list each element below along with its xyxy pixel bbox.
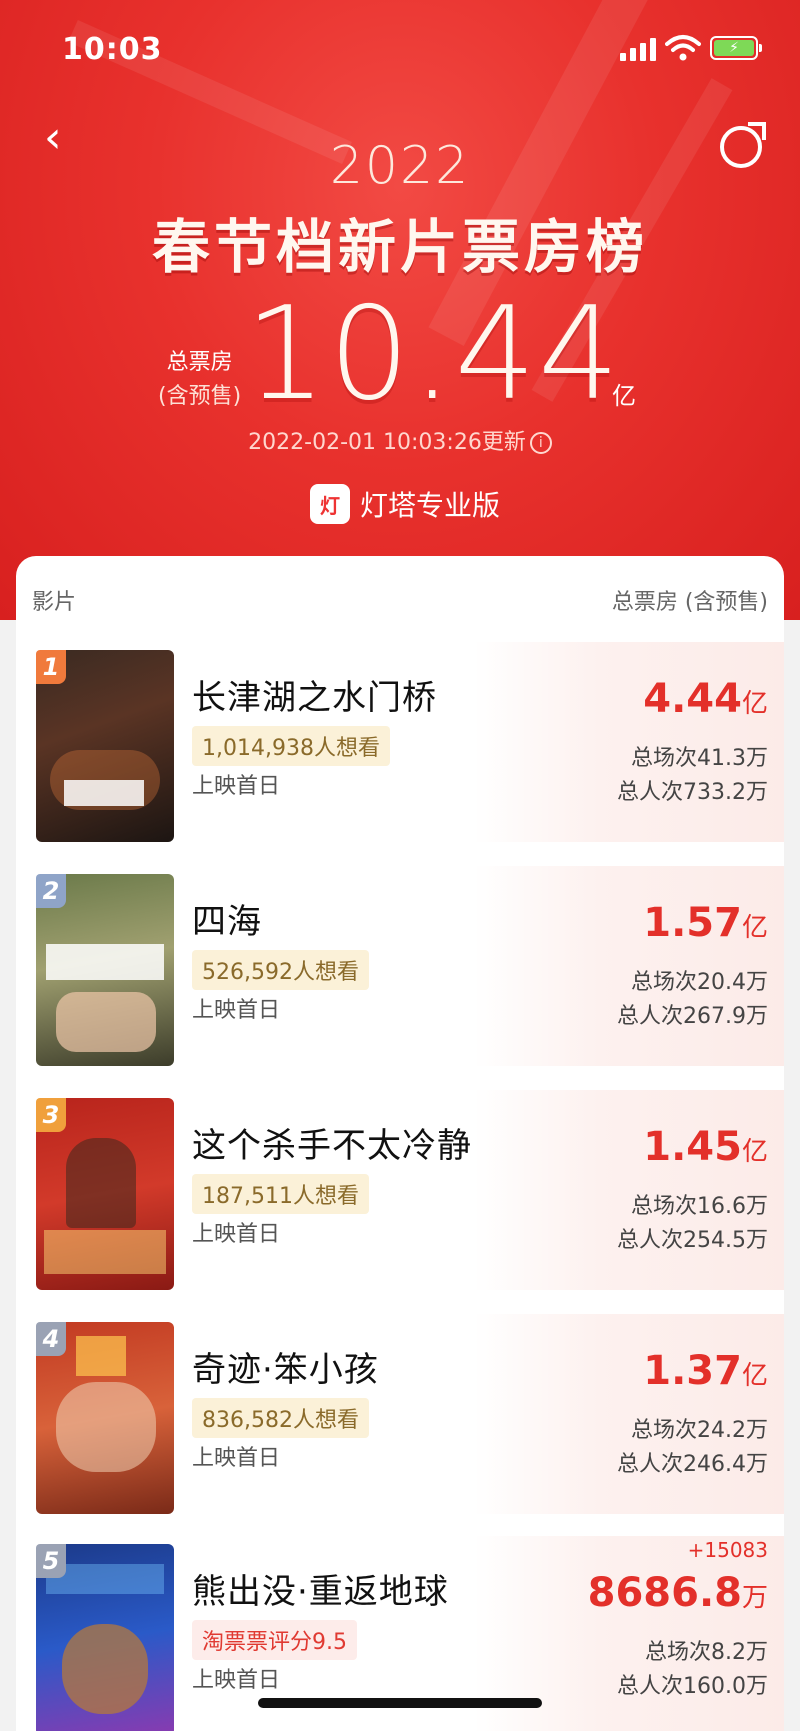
info-icon[interactable]: i [529,432,552,454]
ranking-card: 影片 总票房 (含预售) 1 长津湖之水门桥 1,014,938人想看 上映首日… [16,556,784,1731]
total-label: 总票房 (含预售) [158,346,241,414]
rank-badge: 1 [36,650,66,684]
home-indicator[interactable] [258,1698,542,1708]
movie-title[interactable]: 这个杀手不太冷静 [192,1118,472,1167]
movie-title[interactable]: 长津湖之水门桥 [192,670,437,719]
total-viewers: 总人次254.5万 [617,1228,768,1253]
rating-badge: 淘票票评分9.5 [192,1620,357,1660]
box-office-value: 4.44亿 [643,676,768,722]
total-viewers: 总人次733.2万 [617,780,768,805]
brand: 灯 灯塔专业版 [310,484,500,524]
total-shows: 总场次16.6万 [631,1194,768,1219]
release-label: 上映首日 [192,1446,281,1471]
movie-row[interactable]: 1 长津湖之水门桥 1,014,938人想看 上映首日 4.44亿 总场次41.… [16,642,784,842]
column-header-film: 影片 [32,590,77,615]
box-office-value: 8686.8万 [587,1570,768,1616]
want-count-badge: 836,582人想看 [192,1398,369,1438]
box-office-delta: +15083 [687,1538,768,1562]
box-office-value: 1.57亿 [643,900,768,946]
total-label-sub: (含预售) [158,384,242,409]
total-viewers: 总人次160.0万 [617,1674,768,1699]
box-office-value: 1.37亿 [643,1348,768,1394]
movie-row[interactable]: 4 奇迹·笨小孩 836,582人想看 上映首日 1.37亿 总场次24.2万 … [16,1314,784,1514]
rank-badge: 2 [36,874,66,908]
total-viewers: 总人次267.9万 [617,1004,768,1029]
status-bar: 10:03 ⚡ [0,0,800,100]
want-count-badge: 1,014,938人想看 [192,726,390,766]
page-year: 2022 [329,136,471,196]
total-unit: 亿 [612,382,636,410]
battery-icon: ⚡ [710,36,762,60]
update-time: 2022-02-01 10:03:26更新 i [0,424,800,456]
box-office-value: 1.45亿 [643,1124,768,1170]
status-time: 10:03 [62,32,163,67]
rank-badge: 3 [36,1098,66,1132]
total-shows: 总场次20.4万 [631,970,768,995]
column-header-box: 总票房 (含预售) [611,590,768,615]
total-label-text: 总票房 [166,350,233,375]
brand-logo: 灯 [310,484,350,524]
movie-row[interactable]: 3 这个杀手不太冷静 187,511人想看 上映首日 1.45亿 总场次16.6… [16,1090,784,1290]
signal-icon [620,38,656,61]
movie-title[interactable]: 奇迹·笨小孩 [192,1342,379,1391]
want-count-badge: 526,592人想看 [192,950,369,990]
want-count-badge: 187,511人想看 [192,1174,369,1214]
total-shows: 总场次24.2万 [631,1418,768,1443]
total-shows: 总场次8.2万 [645,1640,768,1665]
release-label: 上映首日 [192,774,281,799]
release-label: 上映首日 [192,998,281,1023]
page-title: 春节档新片票房榜 [151,213,648,281]
wifi-icon [665,35,701,61]
movie-title[interactable]: 熊出没·重返地球 [192,1564,449,1613]
release-label: 上映首日 [192,1222,281,1247]
brand-name: 灯塔专业版 [360,489,501,522]
total-shows: 总场次41.3万 [631,746,768,771]
release-label: 上映首日 [192,1668,281,1693]
update-text: 2022-02-01 10:03:26更新 [248,430,526,455]
total-box-office: 10.44 [245,280,622,429]
movie-row[interactable]: 2 四海 526,592人想看 上映首日 1.57亿 总场次20.4万 总人次2… [16,866,784,1066]
rank-badge: 4 [36,1322,66,1356]
rank-badge: 5 [36,1544,66,1578]
hero-banner: 10:03 ⚡ ‹ 2022 春节档新片票房榜 总票房 (含预售) 10.44 … [0,0,800,620]
movie-title[interactable]: 四海 [192,894,262,943]
total-viewers: 总人次246.4万 [617,1452,768,1477]
